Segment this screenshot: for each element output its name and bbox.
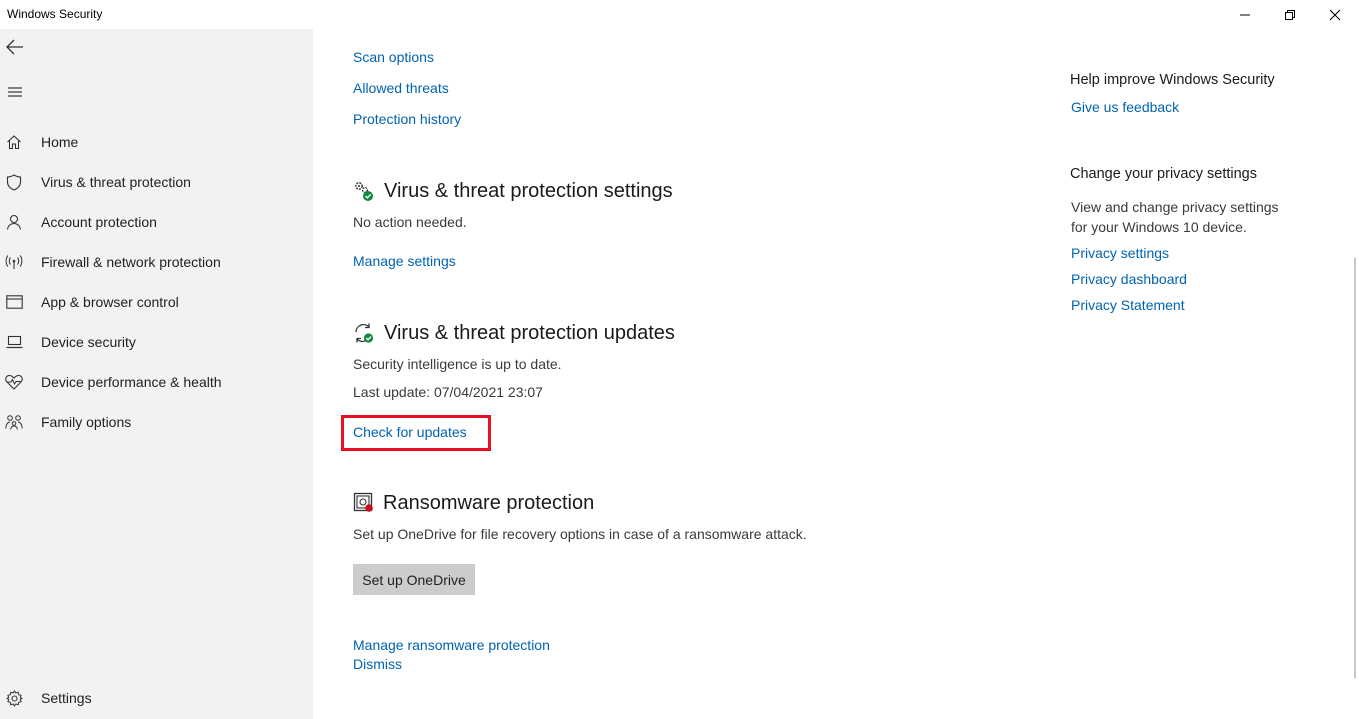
settings-status: No action needed.	[353, 214, 467, 230]
gear-icon	[5, 689, 23, 707]
sidebar-item-family-options[interactable]: Family options	[0, 402, 313, 442]
ransomware-description: Set up OneDrive for file recovery option…	[353, 526, 807, 542]
sidebar-item-account-protection[interactable]: Account protection	[0, 202, 313, 242]
give-feedback-link[interactable]: Give us feedback	[1071, 99, 1179, 115]
scan-options-link[interactable]: Scan options	[353, 49, 434, 65]
updates-status: Security intelligence is up to date.	[353, 356, 562, 372]
shield-icon	[5, 173, 23, 191]
sidebar-item-device-security[interactable]: Device security	[0, 322, 313, 362]
hamburger-menu-icon	[7, 85, 23, 103]
sidebar-item-label: App & browser control	[41, 294, 179, 310]
privacy-heading: Change your privacy settings	[1070, 166, 1257, 182]
sidebar-item-label: Account protection	[41, 214, 157, 230]
heart-pulse-icon	[5, 373, 23, 391]
person-icon	[5, 213, 23, 231]
dismiss-link[interactable]: Dismiss	[353, 656, 402, 672]
privacy-description-line1: View and change privacy settings	[1071, 199, 1279, 215]
sidebar-item-label: Firewall & network protection	[41, 254, 221, 270]
window-title: Windows Security	[7, 7, 103, 21]
sidebar-item-virus-threat-protection[interactable]: Virus & threat protection	[0, 162, 313, 202]
privacy-description-line2: for your Windows 10 device.	[1071, 219, 1247, 235]
back-button[interactable]	[4, 38, 26, 60]
sidebar-item-settings[interactable]: Settings	[0, 678, 313, 718]
sidebar-item-label: Device performance & health	[41, 374, 222, 390]
ransomware-section-title: Ransomware protection	[383, 492, 595, 514]
help-heading: Help improve Windows Security	[1070, 72, 1275, 88]
back-arrow-icon	[6, 39, 24, 60]
privacy-dashboard-link[interactable]: Privacy dashboard	[1071, 271, 1187, 287]
sidebar-item-home[interactable]: Home	[0, 122, 313, 162]
manage-settings-link[interactable]: Manage settings	[353, 253, 456, 269]
minimize-icon	[1239, 9, 1251, 21]
settings-section-title: Virus & threat protection settings	[384, 180, 673, 202]
close-icon	[1329, 9, 1341, 21]
sidebar-item-label: Settings	[41, 690, 92, 706]
title-bar: Windows Security	[0, 0, 1359, 29]
sidebar-item-label: Family options	[41, 414, 132, 430]
set-up-onedrive-button[interactable]: Set up OneDrive	[353, 564, 475, 595]
sidebar-item-label: Device security	[41, 334, 136, 350]
sidebar: Home Virus & threat protection Account p…	[0, 29, 313, 719]
wireless-icon	[5, 253, 23, 271]
scrollbar[interactable]	[1354, 258, 1356, 678]
sidebar-item-firewall[interactable]: Firewall & network protection	[0, 242, 313, 282]
home-icon	[5, 133, 23, 151]
privacy-settings-link[interactable]: Privacy settings	[1071, 245, 1169, 261]
sidebar-item-app-browser-control[interactable]: App & browser control	[0, 282, 313, 322]
family-icon	[5, 413, 23, 431]
check-for-updates-link[interactable]: Check for updates	[353, 424, 467, 440]
restore-icon	[1284, 9, 1296, 21]
main-content: Scan options Allowed threats Protection …	[313, 29, 1359, 719]
last-update-text: Last update: 07/04/2021 23:07	[353, 384, 543, 400]
sidebar-item-label: Virus & threat protection	[41, 174, 191, 190]
minimize-button[interactable]	[1222, 0, 1268, 29]
allowed-threats-link[interactable]: Allowed threats	[353, 80, 449, 96]
refresh-check-icon	[353, 322, 375, 344]
privacy-statement-link[interactable]: Privacy Statement	[1071, 297, 1185, 313]
laptop-icon	[5, 333, 23, 351]
close-button[interactable]	[1312, 0, 1358, 29]
sidebar-item-device-performance[interactable]: Device performance & health	[0, 362, 313, 402]
gears-check-icon	[353, 180, 375, 202]
updates-section-title: Virus & threat protection updates	[384, 322, 675, 344]
ransomware-folder-icon	[353, 492, 375, 514]
protection-history-link[interactable]: Protection history	[353, 111, 461, 127]
browser-window-icon	[5, 293, 23, 311]
manage-ransomware-protection-link[interactable]: Manage ransomware protection	[353, 637, 550, 653]
restore-button[interactable]	[1267, 0, 1313, 29]
menu-button[interactable]	[4, 83, 26, 105]
sidebar-item-label: Home	[41, 134, 79, 150]
